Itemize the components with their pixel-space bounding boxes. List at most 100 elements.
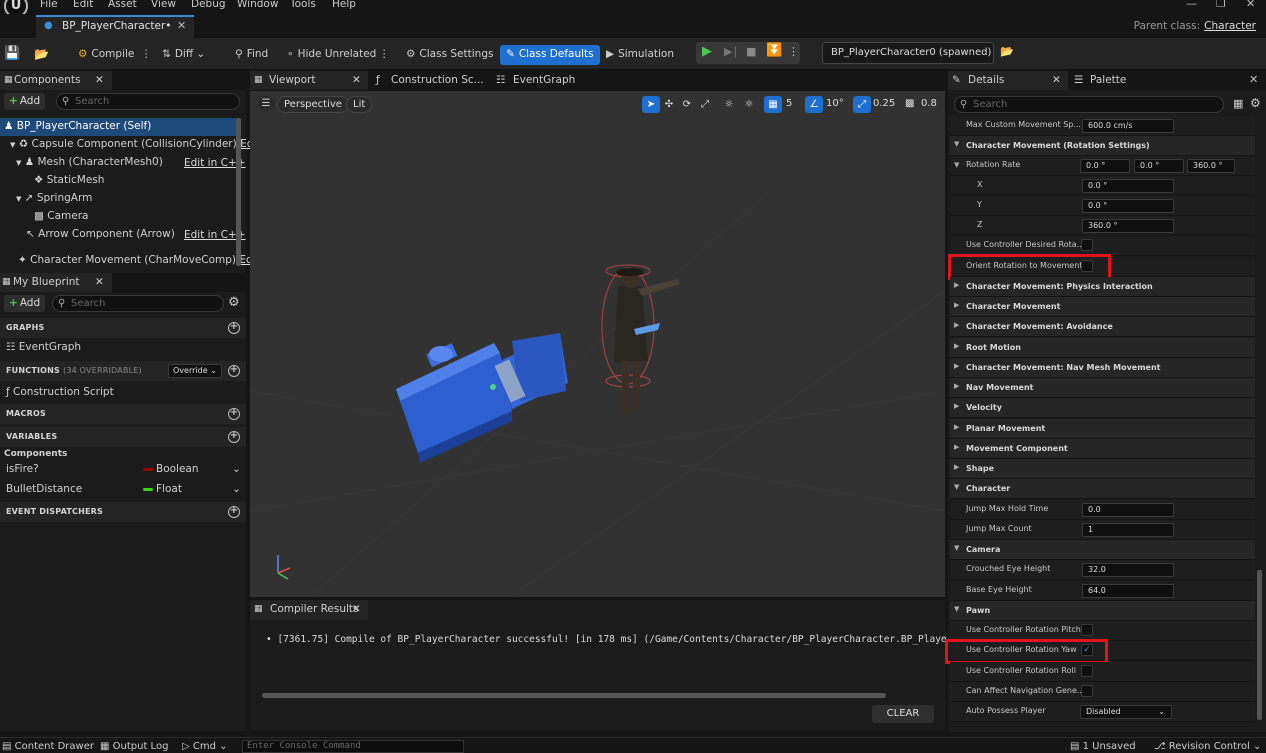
auto-possess-dropdown[interactable]: Disabled ⌄ xyxy=(1080,705,1172,719)
collapse-arrow-icon[interactable]: ▼ xyxy=(16,195,21,203)
tab-palette[interactable]: ☰ Palette xyxy=(1074,71,1154,90)
compile-options-icon[interactable]: ⋮ xyxy=(141,45,152,65)
grid-size-value[interactable]: 5 xyxy=(786,98,792,109)
macros-section[interactable]: MACROS + xyxy=(0,404,246,424)
property-matrix-icon[interactable]: ▦ xyxy=(1233,97,1243,110)
rotation-rate-x-input[interactable]: 0.0 ° xyxy=(1080,159,1130,173)
stop-icon[interactable]: ■ xyxy=(746,45,756,58)
base-eye-input[interactable]: 64.0 xyxy=(1082,584,1174,598)
class-defaults-button[interactable]: ✎ Class Defaults xyxy=(500,45,600,65)
cmd-dropdown[interactable]: ▷ Cmd ⌄ xyxy=(182,741,228,752)
section-avoidance[interactable]: ▶ Character Movement: Avoidance xyxy=(950,317,1255,337)
tab-viewport[interactable]: ▦ Viewport ✕ xyxy=(250,71,368,90)
my-blueprint-search-input[interactable]: ⚲ Search xyxy=(52,295,224,312)
add-component-button[interactable]: + Add xyxy=(4,93,46,110)
collapse-arrow-icon[interactable]: ▼ xyxy=(16,159,21,167)
save-icon[interactable]: 💾 xyxy=(4,45,20,65)
close-viewport-tab-icon[interactable]: ✕ xyxy=(352,71,361,89)
affect-navigation-checkbox[interactable] xyxy=(1081,685,1093,697)
add-dispatcher-icon[interactable]: + xyxy=(228,506,240,518)
compiler-h-scrollbar[interactable] xyxy=(262,693,886,698)
details-scrollbar[interactable] xyxy=(1257,570,1262,720)
override-dropdown[interactable]: Override ⌄ xyxy=(168,364,222,378)
add-blueprint-item-button[interactable]: + Add xyxy=(4,295,46,312)
play-icon[interactable]: ▶ xyxy=(702,44,712,59)
rotation-snap-icon[interactable]: ∠ xyxy=(805,96,823,113)
scale-tool-icon[interactable]: ⤢ xyxy=(696,96,714,113)
unsaved-button[interactable]: ▤ 1 Unsaved xyxy=(1070,741,1136,752)
compile-button[interactable]: ⚙ Compile xyxy=(78,45,134,65)
rot-y-input[interactable]: 0.0 ° xyxy=(1082,199,1174,213)
select-tool-icon[interactable]: ➤ xyxy=(642,96,660,113)
perspective-button[interactable]: Perspective xyxy=(277,96,349,113)
close-my-blueprint-tab-icon[interactable]: ✕ xyxy=(95,273,104,291)
close-panel-icon[interactable]: ✕ xyxy=(1249,73,1258,86)
camera-speed-value[interactable]: 0.8 xyxy=(921,98,937,109)
section-nav-mesh-movement[interactable]: ▶ Character Movement: Nav Mesh Movement xyxy=(950,358,1255,378)
output-log-button[interactable]: ▦ Output Log xyxy=(100,741,168,752)
rotation-roll-checkbox[interactable] xyxy=(1081,665,1093,677)
add-function-icon[interactable]: + xyxy=(228,365,240,377)
rotation-pitch-checkbox[interactable] xyxy=(1081,624,1093,636)
revision-control-button[interactable]: ⎇ Revision Control ⌄ xyxy=(1154,741,1261,752)
expanded-arrow-icon[interactable]: ▼ xyxy=(954,161,959,169)
add-macro-icon[interactable]: + xyxy=(228,408,240,420)
clear-button[interactable]: CLEAR xyxy=(872,705,934,723)
construction-script-item[interactable]: ƒ Construction Script xyxy=(6,384,114,402)
section-movement-component[interactable]: ▶ Movement Component xyxy=(950,439,1255,459)
hide-unrelated-button[interactable]: ∘ Hide Unrelated xyxy=(287,45,376,65)
component-camera[interactable]: ▩ Camera xyxy=(0,208,236,226)
surface-snapping-icon[interactable]: ☼ xyxy=(720,96,738,113)
component-self[interactable]: ♟ BP_PlayerCharacter (Self) xyxy=(0,118,236,136)
section-nav-movement[interactable]: ▶ Nav Movement xyxy=(950,378,1255,398)
viewport-menu-icon[interactable]: ☰ xyxy=(258,96,274,112)
variables-section[interactable]: VARIABLES + xyxy=(0,427,246,447)
add-variable-icon[interactable]: + xyxy=(228,431,240,443)
component-staticmesh[interactable]: ❖ StaticMesh xyxy=(0,172,236,190)
close-details-tab-icon[interactable]: ✕ xyxy=(1052,71,1061,89)
rotation-rate-y-input[interactable]: 0.0 ° xyxy=(1134,159,1184,173)
menu-view[interactable]: View xyxy=(151,0,176,10)
menu-asset[interactable]: Asset xyxy=(108,0,137,10)
tab-my-blueprint[interactable]: ▦ My Blueprint ✕ xyxy=(0,273,112,292)
content-drawer-button[interactable]: ▤ Content Drawer xyxy=(2,741,94,752)
debug-object-dropdown[interactable]: BP_PlayerCharacter0 (spawned) ⌄ xyxy=(822,42,994,78)
section-camera[interactable]: ▼ Camera xyxy=(950,540,1255,560)
use-controller-desired-checkbox[interactable] xyxy=(1081,239,1093,251)
toolbar-options-icon[interactable]: ⋮ xyxy=(379,45,390,65)
menu-help[interactable]: Help xyxy=(332,0,356,10)
world-local-icon[interactable]: ⚛ xyxy=(740,96,758,113)
minimize-icon[interactable]: — xyxy=(1186,0,1197,10)
step-icon[interactable]: ▶∣ xyxy=(724,45,738,58)
find-button[interactable]: ⚲ Find xyxy=(235,45,268,65)
close-compiler-tab-icon[interactable]: ✕ xyxy=(352,600,361,618)
components-search-input[interactable]: ⚲ Search xyxy=(56,93,240,110)
lit-button[interactable]: Lit xyxy=(346,96,373,113)
viewport-3d[interactable]: ☰ Perspective Lit ➤ ✣ ⟳ ⤢ ☼ ⚛ ▦ 5 ∠ 10° … xyxy=(250,91,945,597)
section-pawn[interactable]: ▼ Pawn xyxy=(950,601,1255,621)
menu-window[interactable]: Window xyxy=(237,0,278,10)
section-velocity[interactable]: ▶ Velocity xyxy=(950,398,1255,418)
event-graph-item[interactable]: ☷ EventGraph xyxy=(6,339,81,357)
close-components-tab-icon[interactable]: ✕ xyxy=(95,71,104,89)
section-rotation-settings[interactable]: ▼ Character Movement (Rotation Settings) xyxy=(950,136,1255,156)
rot-x-input[interactable]: 0.0 ° xyxy=(1082,179,1174,193)
rot-z-input[interactable]: 360.0 ° xyxy=(1082,219,1174,233)
details-settings-icon[interactable]: ⚙ xyxy=(1250,96,1261,110)
tab-details[interactable]: ✎ Details ✕ xyxy=(948,71,1068,90)
collapse-arrow-icon[interactable]: ▼ xyxy=(10,141,15,149)
menu-edit[interactable]: Edit xyxy=(73,0,93,10)
details-search-input[interactable]: ⚲ Search xyxy=(954,96,1224,113)
expand-icon[interactable]: ⌄ xyxy=(232,461,241,478)
event-dispatchers-section[interactable]: EVENT DISPATCHERS + xyxy=(0,502,246,522)
variable-row[interactable]: BulletDistance Float ⌄ xyxy=(6,481,244,499)
settings-gear-icon[interactable]: ⚙ xyxy=(228,295,240,310)
grid-snap-icon[interactable]: ▦ xyxy=(764,96,782,113)
eject-icon[interactable]: ⏬ xyxy=(766,43,782,58)
browse-asset-icon[interactable]: 📂 xyxy=(34,45,49,65)
parent-class-link[interactable]: Character xyxy=(1204,20,1256,32)
jump-hold-input[interactable]: 0.0 xyxy=(1082,503,1174,517)
tab-compiler-results[interactable]: ▦ Compiler Results ✕ xyxy=(250,600,368,620)
section-root-motion[interactable]: ▶ Root Motion xyxy=(950,338,1255,358)
section-planar-movement[interactable]: ▶ Planar Movement xyxy=(950,419,1255,439)
